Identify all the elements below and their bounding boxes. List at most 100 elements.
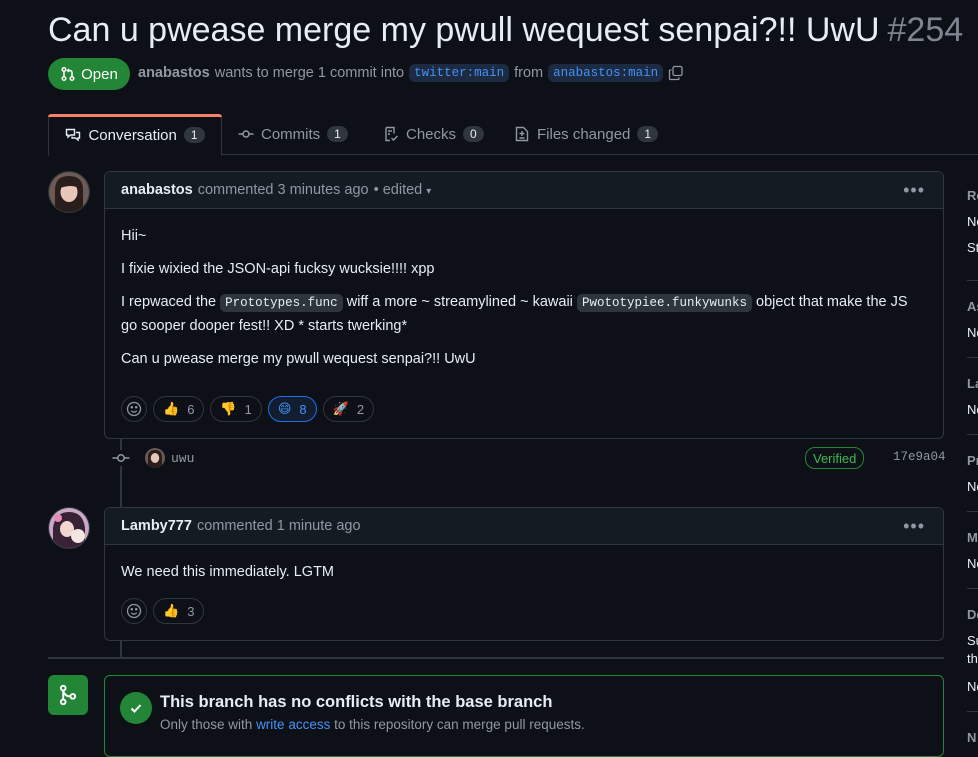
- comment-paragraph: Can u pwease merge my pwull wequest senp…: [121, 351, 476, 367]
- comment-header: Lamby777 commented 1 minute ago •••: [105, 508, 943, 545]
- avatar-uwu-image: [145, 448, 165, 468]
- inline-code: Prototypes.func: [220, 294, 343, 312]
- merge-status-box: This branch has no conflicts with the ba…: [104, 675, 944, 757]
- add-reaction-button[interactable]: [121, 598, 147, 624]
- sidebar-labels-value: No: [967, 402, 978, 417]
- comment-body: Hii~ I fixie wixied the JSON-api fucksy …: [105, 209, 943, 371]
- tab-label: Checks: [406, 125, 457, 143]
- comment-timestamp[interactable]: commented 1 minute ago: [197, 518, 361, 534]
- reaction-count: 1: [244, 401, 252, 417]
- reaction-rocket[interactable]: 🚀 2: [322, 396, 375, 422]
- text-segment: Only those with: [160, 717, 253, 732]
- sidebar-labels-heading[interactable]: La: [967, 376, 978, 391]
- avatar[interactable]: [145, 448, 165, 468]
- sidebar-projects-heading[interactable]: Pr: [967, 453, 978, 468]
- smiley-icon: [126, 603, 142, 619]
- comment-box: Lamby777 commented 1 minute ago ••• We n…: [104, 507, 944, 641]
- pr-meta-text: wants to merge 1 commit into: [214, 65, 405, 81]
- reactions-bar: 👍 3: [105, 598, 220, 624]
- avatar[interactable]: [48, 507, 90, 549]
- tab-count: 0: [463, 126, 484, 142]
- copy-icon[interactable]: [668, 65, 684, 81]
- reaction-count: 6: [187, 401, 195, 417]
- pr-title: Can u pwease merge my pwull wequest senp…: [48, 8, 963, 52]
- timeline-divider: [48, 657, 944, 659]
- pr-state-badge: Open: [48, 58, 130, 90]
- comment-header: anabastos commented 3 minutes ago • edit…: [105, 172, 943, 209]
- reaction-thumbs-up[interactable]: 👍 6: [153, 396, 205, 422]
- comment-author[interactable]: anabastos: [121, 182, 193, 198]
- kebab-menu-icon[interactable]: •••: [903, 516, 925, 537]
- sidebar-assignees-heading[interactable]: As: [967, 299, 978, 314]
- pr-number: #254: [887, 11, 964, 49]
- text-segment: I repwaced the: [121, 294, 217, 310]
- file-diff-icon: [515, 126, 529, 142]
- sidebar-development-value: No: [967, 679, 978, 694]
- merge-status-title: This branch has no conflicts with the ba…: [160, 693, 553, 711]
- sidebar-assignees-value: No: [967, 325, 978, 340]
- sidebar-development-value: Su: [967, 633, 978, 648]
- thumbs-up-icon: 👍: [163, 401, 180, 416]
- git-merge-icon: [48, 675, 88, 715]
- avatar[interactable]: [48, 171, 90, 213]
- comment-box: anabastos commented 3 minutes ago • edit…: [104, 171, 944, 439]
- tab-commits[interactable]: Commits 1: [238, 114, 348, 154]
- commit-author[interactable]: uwu: [171, 451, 194, 466]
- tab-count: 1: [637, 126, 659, 142]
- tab-count: 1: [183, 127, 205, 143]
- pr-author-link[interactable]: anabastos: [138, 65, 210, 81]
- sidebar-reviewers-heading[interactable]: Re: [967, 188, 978, 203]
- reaction-laugh[interactable]: 😄 8: [267, 396, 317, 422]
- reaction-thumbs-up[interactable]: 👍 3: [153, 598, 205, 624]
- git-commit-icon: [112, 450, 130, 466]
- timeline-line: [120, 640, 122, 657]
- git-pull-request-icon: [61, 66, 75, 82]
- sidebar-milestone-heading[interactable]: M: [967, 530, 978, 545]
- comment-paragraph: I fixie wixied the JSON-api fucksy wucks…: [121, 261, 435, 277]
- sidebar-reviewers-value: No: [967, 214, 978, 229]
- reaction-thumbs-down[interactable]: 👎 1: [210, 396, 262, 422]
- tab-files-changed[interactable]: Files changed 1: [514, 114, 659, 154]
- comment-paragraph: Hii~: [121, 228, 147, 244]
- text-segment: to this repository can merge pull reques…: [334, 717, 585, 732]
- sidebar-divider: [967, 711, 978, 712]
- comment-body: We need this immediately. LGTM: [105, 545, 943, 584]
- edited-label: • edited: [373, 182, 423, 198]
- pr-state-label: Open: [81, 65, 118, 83]
- sidebar-development-value: th: [967, 651, 978, 666]
- timeline-commit: uwu Verified 17e9a04: [112, 446, 946, 470]
- sidebar-reviewers-value: St: [967, 240, 978, 255]
- comment-timestamp[interactable]: commented 3 minutes ago: [198, 182, 369, 198]
- sidebar-development-heading[interactable]: De: [967, 607, 978, 622]
- kebab-menu-icon[interactable]: •••: [903, 180, 925, 201]
- edited-menu[interactable]: • edited ▾: [374, 182, 432, 198]
- tab-count: 1: [327, 126, 348, 142]
- base-branch[interactable]: twitter:main: [409, 64, 510, 82]
- reaction-count: 2: [356, 401, 365, 417]
- sidebar-notifications-heading[interactable]: N: [967, 730, 976, 745]
- merge-status-subtitle: Only those with write access to this rep…: [160, 717, 585, 732]
- thumbs-up-icon: 👍: [163, 603, 180, 618]
- sidebar-divider: [967, 357, 978, 358]
- laugh-icon: 😄: [277, 401, 292, 416]
- avatar-lamby-image: [49, 508, 89, 548]
- comment-author[interactable]: Lamby777: [121, 518, 192, 534]
- sidebar-divider: [967, 280, 978, 281]
- tab-label: Files changed: [537, 125, 631, 143]
- verified-badge[interactable]: Verified: [805, 447, 865, 469]
- tab-checks[interactable]: Checks 0: [383, 114, 484, 154]
- tab-label: Conversation: [88, 126, 177, 144]
- tab-label: Commits: [261, 125, 321, 143]
- head-branch[interactable]: anabastos:main: [548, 64, 664, 82]
- commit-sha[interactable]: 17e9a04: [893, 450, 946, 464]
- reaction-count: 3: [187, 603, 195, 619]
- inline-code: Pwototypiee.funkywunks: [576, 294, 752, 312]
- avatar-anabastos-image: [49, 172, 89, 212]
- add-reaction-button[interactable]: [121, 396, 147, 422]
- reactions-bar: 👍 6 👎 1 😄 8 🚀 2: [105, 396, 390, 422]
- smiley-icon: [126, 401, 142, 417]
- tab-conversation[interactable]: Conversation 1: [48, 114, 222, 156]
- sidebar-divider: [967, 511, 978, 512]
- sidebar-divider: [967, 588, 978, 589]
- write-access-link[interactable]: write access: [256, 717, 330, 732]
